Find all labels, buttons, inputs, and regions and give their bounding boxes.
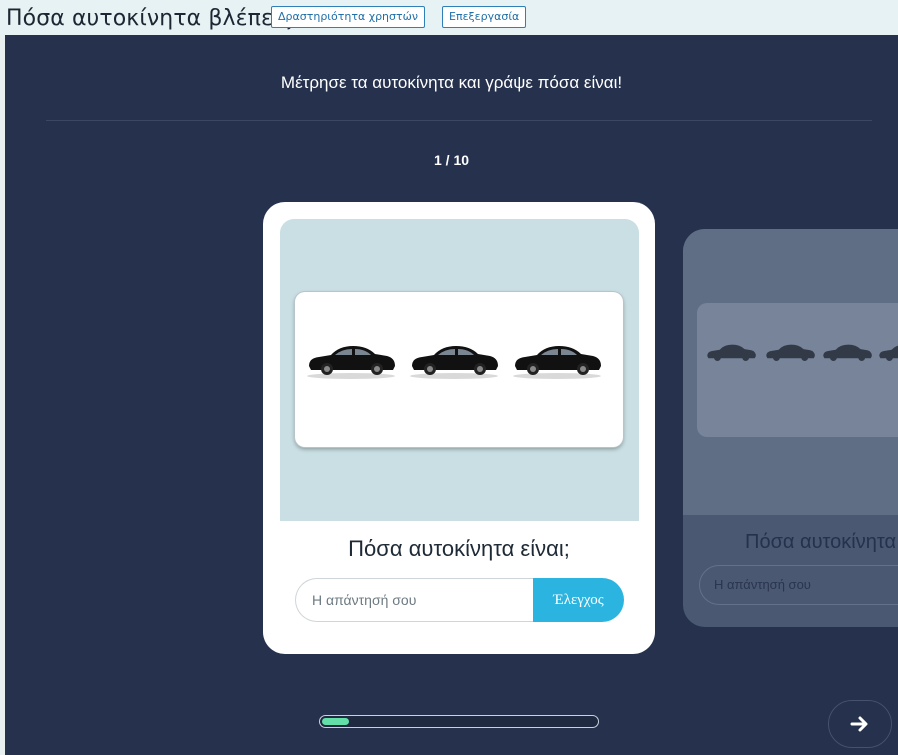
car-icon xyxy=(307,346,395,379)
card-image-area xyxy=(280,219,639,521)
car-icon xyxy=(879,345,898,362)
answer-row: Έλεγχος xyxy=(295,578,624,622)
activity-stage: Μέτρησε τα αυτοκίνητα και γράψε πόσα είν… xyxy=(5,35,898,755)
next-cars-image xyxy=(697,303,898,437)
instruction-text: Μέτρησε τα αυτοκίνητα και γράψε πόσα είν… xyxy=(280,73,623,92)
page-title: Πόσα αυτοκίνητα βλέπεις; xyxy=(6,6,302,31)
progress-bar xyxy=(319,715,599,728)
car-icon xyxy=(707,344,756,362)
edit-button[interactable]: Επεξεργασία xyxy=(442,6,527,28)
car-icon xyxy=(766,344,815,362)
question-card: Πόσα αυτοκίνητα είναι; Έλεγχος xyxy=(263,202,655,654)
check-button[interactable]: Έλεγχος xyxy=(533,578,624,622)
car-icon xyxy=(513,346,601,379)
divider xyxy=(46,120,872,121)
question-text: Πόσα αυτοκίνητα είναι; xyxy=(348,536,570,561)
next-question-card: Πόσα αυτοκίνητα Η απάντησή σου xyxy=(683,229,898,627)
car-icon xyxy=(410,346,498,379)
user-activity-button[interactable]: Δραστηριότητα χρηστών xyxy=(271,6,425,28)
car-icon xyxy=(823,344,872,362)
answer-input[interactable] xyxy=(295,578,565,622)
next-card-image-area xyxy=(683,229,898,515)
next-answer-input: Η απάντησή σου xyxy=(699,565,898,605)
arrow-right-icon xyxy=(850,716,868,732)
top-bar: Πόσα αυτοκίνητα βλέπεις; Δραστηριότητα χ… xyxy=(0,0,898,35)
question-counter: 1 / 10 xyxy=(433,152,470,168)
next-button[interactable] xyxy=(828,700,892,748)
next-question-text: Πόσα αυτοκίνητα xyxy=(745,531,897,553)
progress-fill xyxy=(322,718,349,725)
cars-image xyxy=(295,292,623,447)
